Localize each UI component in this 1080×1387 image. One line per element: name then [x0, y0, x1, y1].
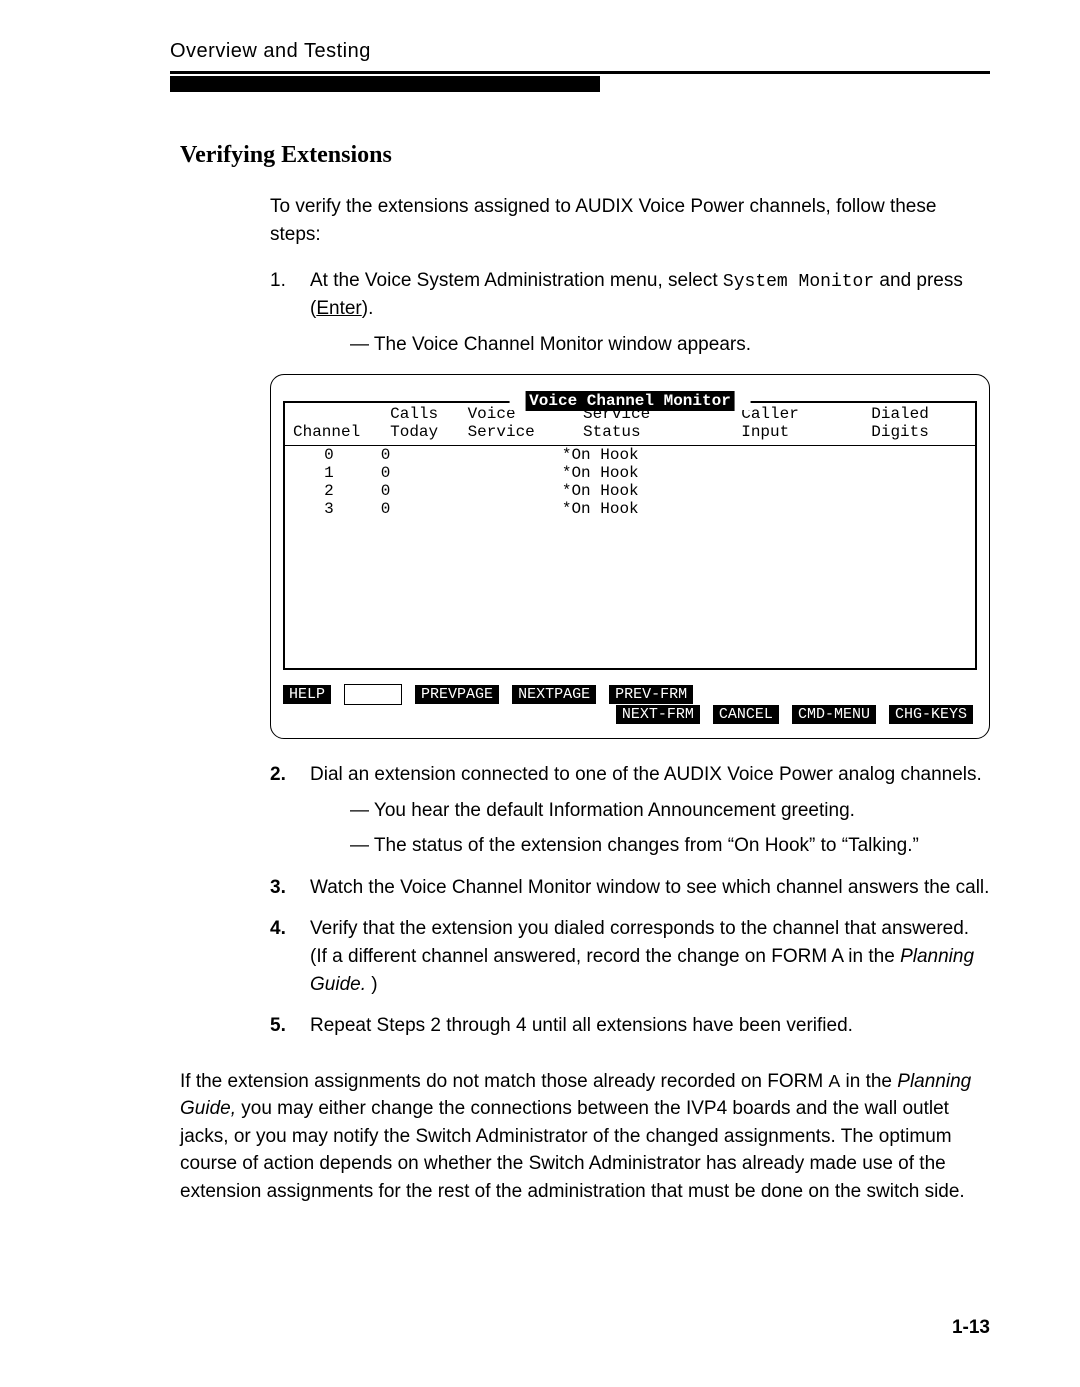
- fkey-cmdmenu: CMD-MENU: [792, 705, 876, 724]
- enter-key: Enter: [316, 298, 361, 319]
- terminal-data-table: 0 0 *On Hook 1 0 *On H: [285, 446, 975, 668]
- header-rule: [170, 71, 990, 74]
- step-text: Verify that the extension you dialed cor…: [310, 918, 974, 994]
- step-number: 2.: [270, 761, 286, 789]
- fkey-chgkeys: CHG-KEYS: [889, 705, 973, 724]
- fkey-prevpage: PREVPAGE: [415, 685, 499, 704]
- step-number: 4.: [270, 915, 286, 943]
- closing-pre: If the extension assignments do not matc…: [180, 1071, 828, 1092]
- table-row: 1 0 *On Hook: [285, 464, 975, 482]
- running-header: Overview and Testing: [90, 40, 990, 63]
- step-5: 5. Repeat Steps 2 through 4 until all ex…: [270, 1012, 990, 1040]
- step-subitem: — The Voice Channel Monitor window appea…: [350, 331, 990, 359]
- closing-paragraph: If the extension assignments do not matc…: [180, 1068, 990, 1206]
- table-row: 2 0 *On Hook: [285, 482, 975, 500]
- terminal-title-text: Voice Channel Monitor: [525, 391, 735, 411]
- form-a-smallcaps: A: [828, 1071, 840, 1091]
- step-text-pre: At the Voice System Administration menu,…: [310, 270, 723, 291]
- page-number: 1-13: [952, 1317, 990, 1339]
- terminal-box: Voice Channel Monitor Channel CallsToday…: [283, 401, 977, 670]
- fkey-prevfrm: PREV-FRM: [609, 685, 693, 704]
- header-black-bar: [170, 76, 600, 92]
- fkey-cancel: CANCEL: [713, 705, 779, 724]
- fkey-nextpage: NEXTPAGE: [512, 685, 596, 704]
- closing-mid: in the: [840, 1071, 897, 1092]
- step-number: 1.: [270, 267, 286, 295]
- step-1: 1. At the Voice System Administration me…: [270, 267, 990, 358]
- function-key-row: HELP PREVPAGE NEXTPAGE PREV-FRM NEXT-FRM…: [283, 684, 977, 724]
- inline-code: System Monitor: [723, 272, 874, 292]
- step-text: Watch the Voice Channel Monitor window t…: [310, 877, 989, 898]
- step-text-post: ).: [362, 298, 374, 319]
- step-text: At the Voice System Administration menu,…: [310, 270, 963, 319]
- table-row: 3 0 *On Hook: [285, 500, 975, 518]
- step-4: 4. Verify that the extension you dialed …: [270, 915, 990, 998]
- terminal-title: Voice Channel Monitor: [510, 392, 751, 410]
- step-text: Dial an extension connected to one of th…: [310, 764, 982, 785]
- col-calls: CallsToday: [382, 403, 459, 443]
- section-heading: Verifying Extensions: [180, 142, 990, 169]
- step-2: 2. Dial an extension connected to one of…: [270, 761, 990, 860]
- step-text-post: ): [366, 974, 378, 995]
- table-row: 0 0 *On Hook: [285, 446, 975, 464]
- step-number: 3.: [270, 874, 286, 902]
- step-text: Repeat Steps 2 through 4 until all exten…: [310, 1015, 853, 1036]
- fkey-help: HELP: [283, 685, 331, 704]
- intro-paragraph: To verify the extensions assigned to AUD…: [270, 193, 990, 248]
- step-text-pre: Verify that the extension you dialed cor…: [310, 918, 969, 967]
- step-subitem: — The status of the extension changes fr…: [350, 832, 990, 860]
- closing-post: you may either change the connections be…: [180, 1098, 965, 1202]
- col-caller: CallerInput: [733, 403, 863, 443]
- col-dialed: DialedDigits: [863, 403, 975, 443]
- fkey-blank: [344, 684, 402, 705]
- step-number: 5.: [270, 1012, 286, 1040]
- step-subitem: — You hear the default Information Annou…: [350, 797, 990, 825]
- col-channel: Channel: [285, 403, 382, 443]
- step-3: 3. Watch the Voice Channel Monitor windo…: [270, 874, 990, 902]
- fkey-nextfrm: NEXT-FRM: [616, 705, 700, 724]
- terminal-window: Voice Channel Monitor Channel CallsToday…: [270, 374, 990, 739]
